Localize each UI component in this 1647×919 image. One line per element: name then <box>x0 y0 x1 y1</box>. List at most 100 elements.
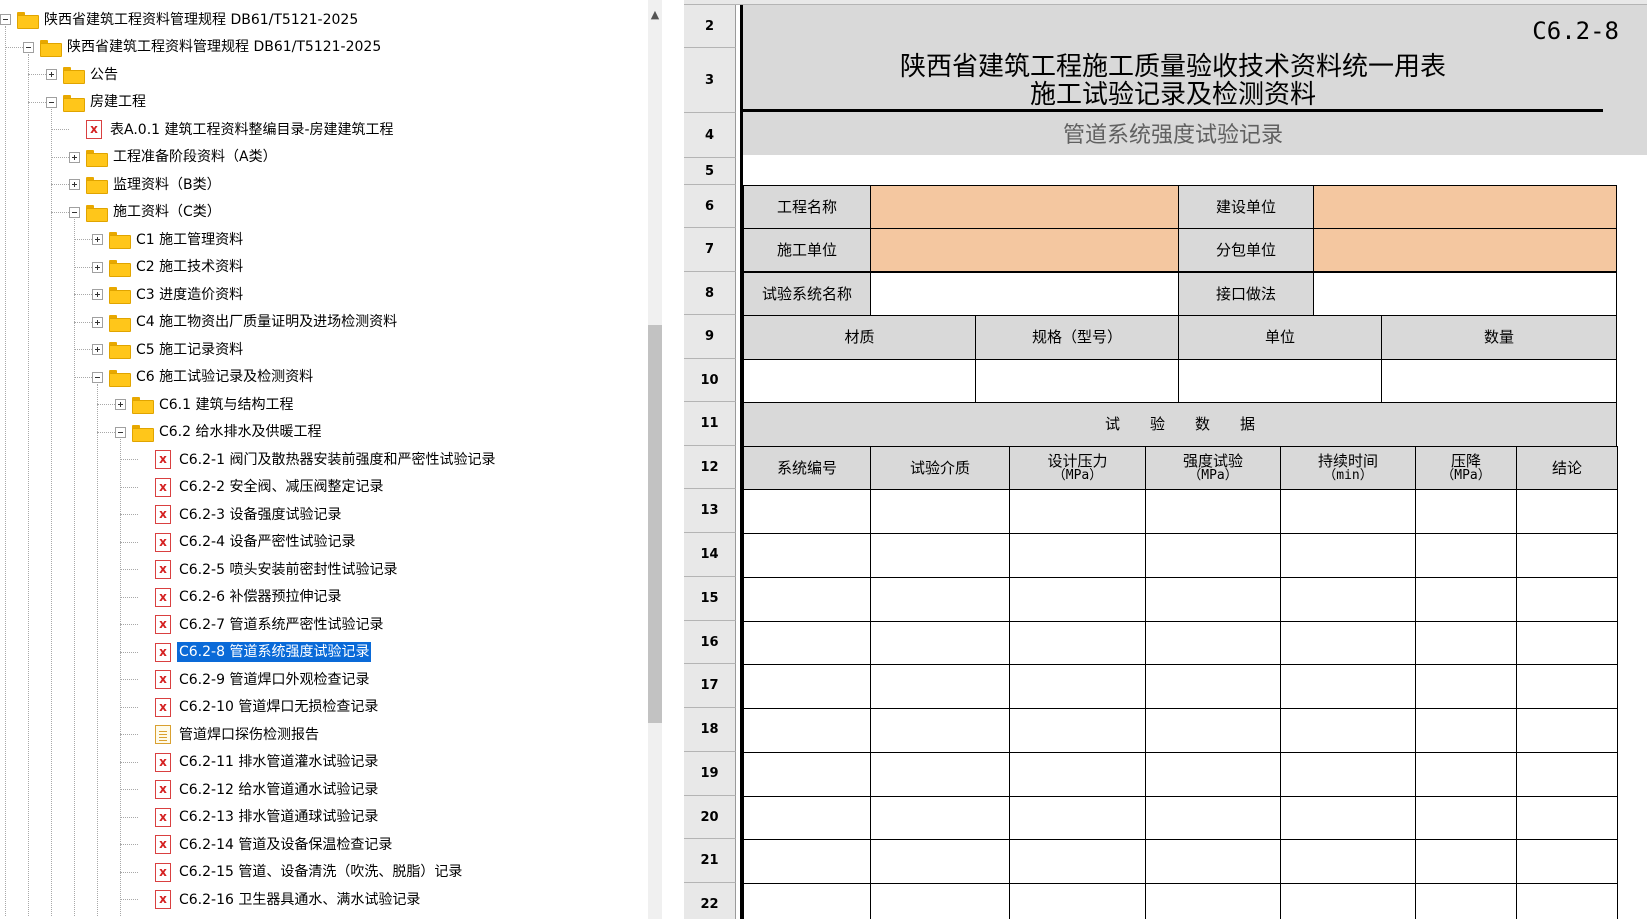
tree-node-label[interactable]: C6.2-10 管道焊口无损检查记录 <box>177 697 380 717</box>
tree-folder-node[interactable]: 公告 <box>46 61 120 88</box>
tree-folder-node[interactable]: 陕西省建筑工程资料管理规程 DB61/T5121-2025 <box>23 34 383 61</box>
data-entry-cell[interactable] <box>1145 708 1281 753</box>
row-header[interactable]: 14 <box>684 533 736 577</box>
row-header[interactable]: 21 <box>684 839 736 883</box>
data-entry-cell[interactable] <box>1145 752 1281 797</box>
data-entry-cell[interactable] <box>1280 752 1416 797</box>
collapse-minus-icon[interactable] <box>92 371 103 383</box>
data-entry-cell[interactable] <box>743 839 871 884</box>
data-entry-cell[interactable] <box>1009 621 1146 665</box>
data-entry-cell[interactable] <box>1145 533 1281 578</box>
expand-plus-icon[interactable] <box>69 179 80 190</box>
row-header[interactable]: 11 <box>684 402 736 446</box>
row-header[interactable]: 9 <box>684 315 736 359</box>
tree-node-label[interactable]: C6.2-7 管道系统严密性试验记录 <box>177 615 385 635</box>
row-header[interactable]: 6 <box>684 185 736 228</box>
row-header[interactable]: 20 <box>684 796 736 839</box>
tree-node-label[interactable]: C6 施工试验记录及检测资料 <box>134 367 315 387</box>
tree-document-node[interactable]: x C6.2-6 补偿器预拉伸记录 <box>138 584 343 611</box>
data-entry-cell[interactable] <box>1280 533 1416 578</box>
tree-folder-node[interactable]: 房建工程 <box>46 89 148 116</box>
tree-folder-node[interactable]: 工程准备阶段资料（A类） <box>69 144 279 171</box>
tree-folder-node[interactable]: C5 施工记录资料 <box>92 336 245 363</box>
data-entry-cell[interactable] <box>1145 796 1281 840</box>
tree-document-node[interactable]: x C6.2-14 管道及设备保温检查记录 <box>138 831 394 858</box>
quantity-input[interactable] <box>1381 359 1617 403</box>
data-entry-cell[interactable] <box>870 883 1010 919</box>
tree-node-label[interactable]: C6.2-15 管道、设备清洗（吹洗、脱脂）记录 <box>177 862 464 882</box>
data-entry-cell[interactable] <box>1516 839 1618 884</box>
expand-plus-icon[interactable] <box>92 261 103 273</box>
data-entry-cell[interactable] <box>1009 883 1146 919</box>
tree-scrollbar[interactable]: ▲ <box>648 0 662 919</box>
data-entry-cell[interactable] <box>743 752 871 797</box>
tree-folder-node[interactable]: C2 施工技术资料 <box>92 254 245 281</box>
test-system-name-input[interactable] <box>870 272 1179 316</box>
data-entry-cell[interactable] <box>870 489 1010 534</box>
tree-folder-node[interactable]: C4 施工物资出厂质量证明及进场检测资料 <box>92 309 399 336</box>
data-entry-cell[interactable] <box>743 489 871 534</box>
data-entry-cell[interactable] <box>1280 577 1416 622</box>
data-entry-cell[interactable] <box>1280 664 1416 709</box>
construction-unit-input[interactable] <box>1313 185 1617 229</box>
unit-input[interactable] <box>1178 359 1382 403</box>
tree-folder-node[interactable]: 监理资料（B类） <box>69 171 223 198</box>
tree-node-label[interactable]: C6.2-13 排水管道通球试验记录 <box>177 807 380 827</box>
data-entry-cell[interactable] <box>1280 621 1416 665</box>
row-header[interactable]: 8 <box>684 272 736 315</box>
data-entry-cell[interactable] <box>1415 752 1517 797</box>
tree-folder-node[interactable]: C6.1 建筑与结构工程 <box>115 391 296 418</box>
tree-document-node[interactable]: x C6.2-5 喷头安装前密封性试验记录 <box>138 556 399 583</box>
tree-document-node[interactable]: x C6.2-15 管道、设备清洗（吹洗、脱脂）记录 <box>138 859 464 886</box>
tree-folder-node[interactable]: C6 施工试验记录及检测资料 <box>92 364 315 391</box>
row-header[interactable]: 22 <box>684 883 736 919</box>
data-entry-cell[interactable] <box>1516 533 1618 578</box>
data-entry-cell[interactable] <box>1280 489 1416 534</box>
tree-document-node[interactable]: x C6.2-3 设备强度试验记录 <box>138 501 343 528</box>
row-header[interactable]: 5 <box>684 158 736 185</box>
tree-node-label[interactable]: 陕西省建筑工程资料管理规程 DB61/T5121-2025 <box>42 10 360 30</box>
data-entry-cell[interactable] <box>1280 708 1416 753</box>
tree-node-label[interactable]: C5 施工记录资料 <box>134 340 245 360</box>
tree-document-node[interactable]: x C6.2-8 管道系统强度试验记录 <box>138 639 373 666</box>
data-entry-cell[interactable] <box>743 883 871 919</box>
spec-model-input[interactable] <box>975 359 1179 403</box>
data-entry-cell[interactable] <box>1415 708 1517 753</box>
material-input[interactable] <box>743 359 976 403</box>
data-entry-cell[interactable] <box>1415 839 1517 884</box>
data-entry-cell[interactable] <box>1145 883 1281 919</box>
data-entry-cell[interactable] <box>1280 839 1416 884</box>
tree-node-label[interactable]: C6.2 给水排水及供暖工程 <box>157 422 324 442</box>
tree-document-node[interactable]: x C6.2-11 排水管道灌水试验记录 <box>138 749 380 776</box>
data-entry-cell[interactable] <box>1415 533 1517 578</box>
row-header[interactable]: 2 <box>684 5 736 48</box>
data-entry-cell[interactable] <box>1009 752 1146 797</box>
data-entry-cell[interactable] <box>1415 664 1517 709</box>
data-entry-cell[interactable] <box>1145 489 1281 534</box>
tree-node-label[interactable]: C6.2-5 喷头安装前密封性试验记录 <box>177 560 399 580</box>
data-entry-cell[interactable] <box>870 533 1010 578</box>
tree-node-label[interactable]: 工程准备阶段资料（A类） <box>111 147 279 167</box>
tree-document-node[interactable]: x C6.2-1 阀门及散热器安装前强度和严密性试验记录 <box>138 446 497 473</box>
tree-node-label-selected[interactable]: C6.2-8 管道系统强度试验记录 <box>175 641 373 663</box>
tree-document-node[interactable]: x C6.2-2 安全阀、减压阀整定记录 <box>138 474 385 501</box>
tree-document-node[interactable]: x C6.2-9 管道焊口外观检查记录 <box>138 666 371 693</box>
tree-document-node[interactable]: x C6.2-16 卫生器具通水、满水试验记录 <box>138 886 422 913</box>
tree-document-node[interactable]: 管道焊口探伤检测报告 <box>138 721 321 748</box>
data-entry-cell[interactable] <box>1009 577 1146 622</box>
tree-node-label[interactable]: C6.2-16 卫生器具通水、满水试验记录 <box>177 890 422 910</box>
row-header[interactable]: 3 <box>684 48 736 113</box>
row-header[interactable]: 4 <box>684 113 736 158</box>
data-entry-cell[interactable] <box>1415 489 1517 534</box>
tree-panel[interactable]: 陕西省建筑工程资料管理规程 DB61/T5121-2025 陕西省建筑工程资料管理… <box>0 0 662 919</box>
row-header[interactable]: 12 <box>684 446 736 489</box>
data-entry-cell[interactable] <box>743 796 871 840</box>
collapse-minus-icon[interactable] <box>69 206 80 218</box>
data-entry-cell[interactable] <box>870 752 1010 797</box>
tree-node-label[interactable]: C2 施工技术资料 <box>134 257 245 277</box>
collapse-minus-icon[interactable] <box>115 426 126 438</box>
data-entry-cell[interactable] <box>1415 577 1517 622</box>
data-entry-cell[interactable] <box>743 621 871 665</box>
data-entry-cell[interactable] <box>1415 796 1517 840</box>
collapse-minus-icon[interactable] <box>46 96 57 108</box>
